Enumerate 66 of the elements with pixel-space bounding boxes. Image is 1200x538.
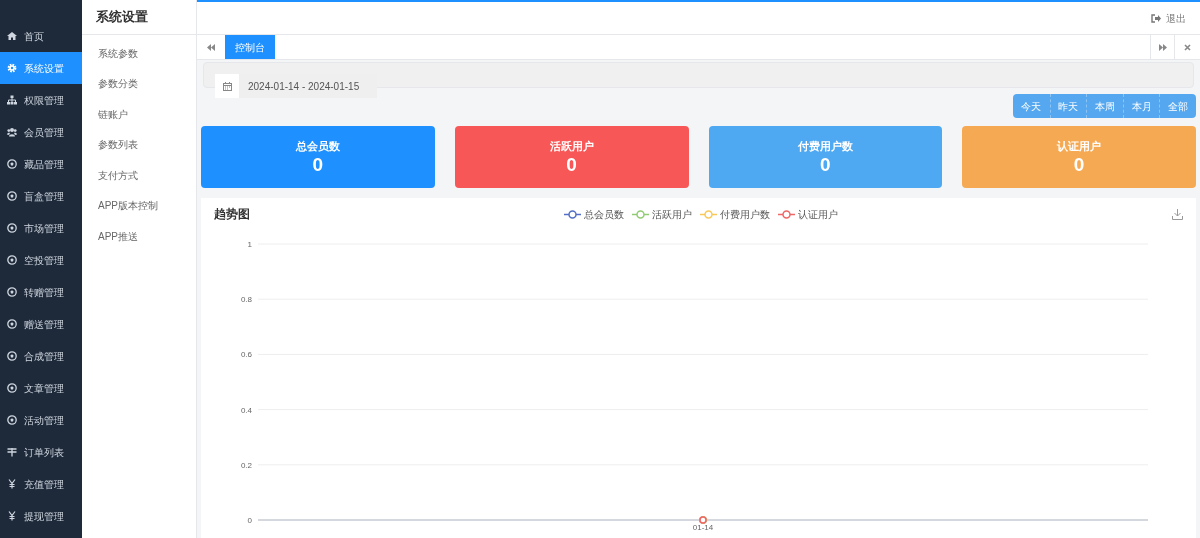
- sidebar-item[interactable]: 提现管理: [0, 500, 82, 532]
- list-icon: [7, 447, 17, 457]
- ball-icon: [7, 255, 17, 265]
- stat-label: 活跃用户: [549, 138, 594, 154]
- sidebar-item[interactable]: 订单列表: [0, 436, 82, 468]
- stat-label: 总会员数: [295, 138, 340, 154]
- legend-item[interactable]: 付费用户数: [700, 206, 770, 222]
- sidebar-item[interactable]: 活动管理: [0, 404, 82, 436]
- sidebar-item[interactable]: 首页: [0, 20, 82, 52]
- sidebar-item[interactable]: 会员管理: [0, 116, 82, 148]
- double-left-icon: [207, 43, 215, 51]
- ball-icon: [7, 287, 17, 297]
- sidebar-item[interactable]: 市场管理: [0, 212, 82, 244]
- y-tick-label: 0.4: [240, 405, 252, 415]
- logout-icon: [1151, 13, 1161, 23]
- ball-icon: [7, 383, 17, 393]
- yen-icon: [7, 511, 17, 521]
- yen-icon: [7, 479, 17, 489]
- submenu-item[interactable]: 参数分类: [82, 68, 196, 99]
- sidebar-item[interactable]: 转赠管理: [0, 276, 82, 308]
- y-tick-label: 0.2: [240, 460, 252, 470]
- stat-label: 付费用户数: [797, 138, 853, 154]
- sidebar-item[interactable]: 空投管理: [0, 244, 82, 276]
- submenu-item[interactable]: APP推送: [82, 221, 196, 252]
- stat-value: 0: [820, 154, 831, 177]
- submenu-item[interactable]: APP版本控制: [82, 190, 196, 221]
- download-icon[interactable]: [1172, 208, 1183, 220]
- stat-value: 0: [566, 154, 577, 177]
- submenu-item[interactable]: 系统参数: [82, 38, 196, 69]
- legend-item[interactable]: 总会员数: [564, 206, 624, 222]
- logout-button[interactable]: 退出: [1151, 10, 1186, 26]
- sidebar-item[interactable]: 权限管理: [0, 84, 82, 116]
- submenu-item[interactable]: 链账户: [82, 99, 196, 130]
- calendar-icon: [222, 81, 232, 91]
- ball-icon: [7, 159, 17, 169]
- hierarchy-icon: [7, 95, 17, 105]
- ball-icon: [7, 415, 17, 425]
- stat-value: 0: [1073, 154, 1085, 177]
- y-tick-label: 0.6: [240, 350, 252, 360]
- submenu-title: 系统设置: [96, 8, 148, 27]
- x-tick-label: 01-14: [692, 523, 714, 532]
- sidebar-item[interactable]: 文章管理: [0, 372, 82, 404]
- sidebar-item[interactable]: 赠送管理: [0, 308, 82, 340]
- legend-item[interactable]: 活跃用户: [632, 206, 692, 222]
- ball-icon: [7, 351, 17, 361]
- ball-icon: [7, 319, 17, 329]
- y-tick-label: 1: [247, 240, 252, 249]
- stat-label: 认证用户: [1057, 138, 1102, 154]
- home-icon: [7, 31, 17, 41]
- close-icon: [1184, 43, 1191, 51]
- sidebar-item[interactable]: 合成管理: [0, 340, 82, 372]
- settings-icon: [7, 63, 17, 73]
- stat-value: 0: [312, 154, 324, 177]
- sidebar-item[interactable]: 盲盒管理: [0, 180, 82, 212]
- legend-item[interactable]: 认证用户: [778, 206, 838, 222]
- ball-icon: [7, 191, 17, 201]
- submenu-item[interactable]: 参数列表: [82, 129, 196, 160]
- people-icon: [7, 127, 17, 137]
- sidebar-item[interactable]: 充值管理: [0, 468, 82, 500]
- double-right-icon: [1158, 43, 1167, 51]
- submenu-item[interactable]: 支付方式: [82, 160, 196, 191]
- panel-title: 趋势图: [214, 206, 250, 223]
- y-tick-label: 0: [247, 516, 252, 525]
- ball-icon: [7, 223, 17, 233]
- y-tick-label: 0.8: [240, 295, 252, 305]
- sidebar-item[interactable]: 藏品管理: [0, 148, 82, 180]
